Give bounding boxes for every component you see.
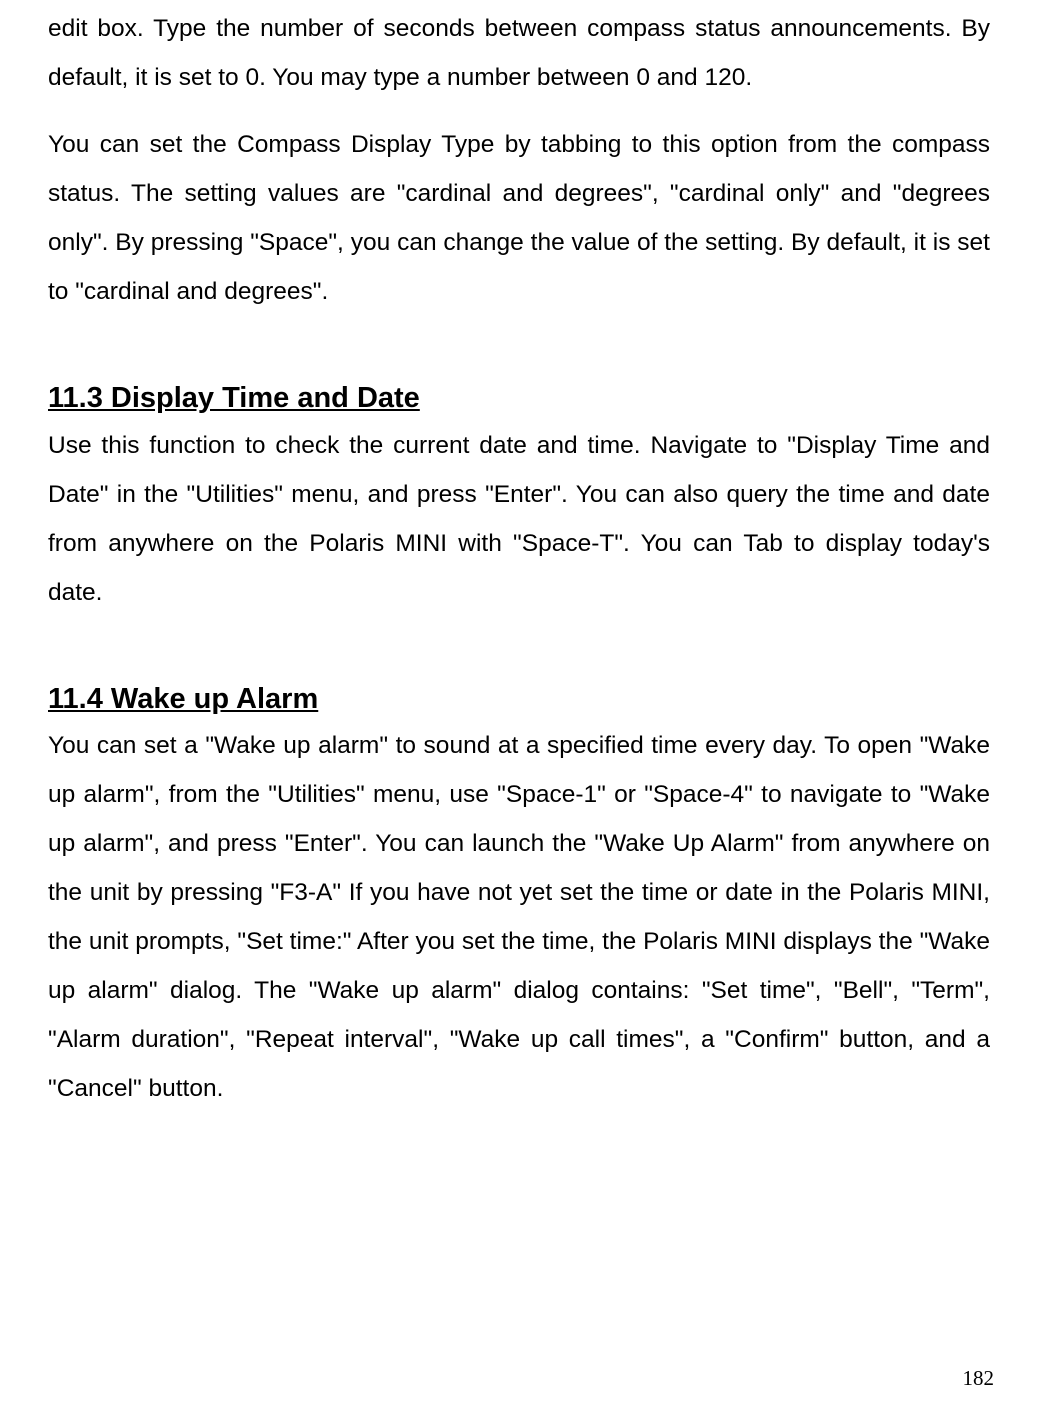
- paragraph-wake-up-alarm: You can set a "Wake up alarm" to sound a…: [48, 721, 990, 1113]
- section-spacer: [48, 617, 990, 679]
- section-spacer: [48, 316, 990, 378]
- paragraph-intro-2: You can set the Compass Display Type by …: [48, 120, 990, 316]
- page-number: 182: [963, 1366, 995, 1391]
- heading-wake-up-alarm: 11.4 Wake up Alarm: [48, 679, 990, 720]
- paragraph-intro-1: edit box. Type the number of seconds bet…: [48, 4, 990, 102]
- paragraph-display-time-and-date: Use this function to check the current d…: [48, 421, 990, 617]
- heading-display-time-and-date: 11.3 Display Time and Date: [48, 378, 990, 419]
- document-page: edit box. Type the number of seconds bet…: [48, 0, 990, 1113]
